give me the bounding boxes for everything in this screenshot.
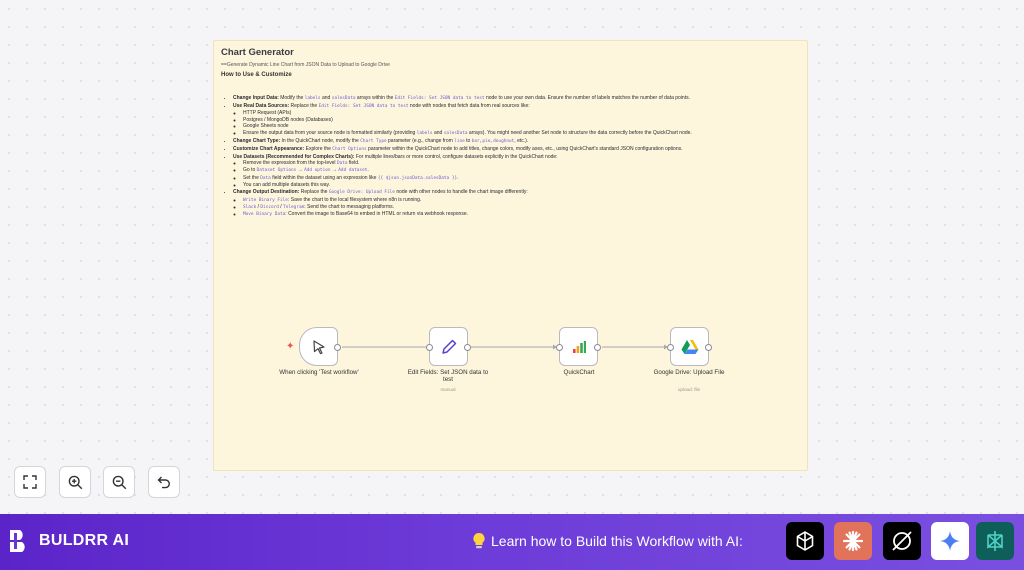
node-input-port[interactable] xyxy=(556,344,563,351)
node-quickchart[interactable] xyxy=(556,327,601,366)
zoom-out-icon xyxy=(112,475,126,489)
node-label-trigger: When clicking 'Test workflow' xyxy=(279,369,359,376)
buldrr-logo-icon xyxy=(10,530,25,552)
zoom-in-icon xyxy=(68,475,82,489)
claude-icon xyxy=(842,530,864,552)
node-label-edit: Edit Fields: Set JSON data to test xyxy=(407,369,489,384)
node-sub-edit: manual xyxy=(440,387,456,392)
add-trigger-icon[interactable]: ✦ xyxy=(286,341,294,352)
brand-name: BULDRR AI xyxy=(39,532,130,549)
footer-bar: BULDRR AI Learn how to Build this Workfl… xyxy=(0,514,1024,570)
grok-icon xyxy=(892,531,912,551)
claude-button[interactable] xyxy=(834,522,872,560)
node-google-drive[interactable] xyxy=(667,327,712,366)
node-manual-trigger[interactable] xyxy=(299,327,341,366)
fit-view-button[interactable] xyxy=(14,466,46,498)
cursor-icon xyxy=(312,339,325,354)
grok-button[interactable] xyxy=(883,522,921,560)
perplexity-button[interactable] xyxy=(976,522,1014,560)
node-output-port[interactable] xyxy=(594,344,601,351)
brand[interactable]: BULDRR AI xyxy=(8,528,129,554)
learn-cta: Learn how to Build this Workflow with AI… xyxy=(472,532,743,550)
node-edit-fields[interactable] xyxy=(426,327,471,366)
node-sub-drive: upload: file xyxy=(677,387,701,392)
node-label-quickchart: QuickChart xyxy=(563,369,595,376)
gemini-button[interactable] xyxy=(931,522,969,560)
node-label-drive: Google Drive: Upload File xyxy=(653,369,725,376)
node-input-port[interactable] xyxy=(426,344,433,351)
perplexity-icon xyxy=(987,531,1003,551)
node-output-port[interactable] xyxy=(464,344,471,351)
pencil-icon xyxy=(441,339,456,354)
learn-text: Learn how to Build this Workflow with AI… xyxy=(491,533,743,549)
gemini-icon xyxy=(940,531,960,551)
lightbulb-icon xyxy=(473,532,485,549)
workflow-canvas[interactable]: Chart Generator ==Generate Dynamic Line … xyxy=(0,0,1024,514)
node-output-port[interactable] xyxy=(705,344,712,351)
undo-button[interactable] xyxy=(148,466,180,498)
chatgpt-icon xyxy=(796,531,814,551)
node-input-port[interactable] xyxy=(667,344,674,351)
zoom-in-button[interactable] xyxy=(59,466,91,498)
fit-view-icon xyxy=(23,475,37,489)
bar-chart-icon xyxy=(572,340,586,353)
undo-icon xyxy=(157,476,170,489)
node-output-port[interactable] xyxy=(334,344,341,351)
google-drive-icon xyxy=(681,339,698,354)
chatgpt-button[interactable] xyxy=(786,522,824,560)
zoom-out-button[interactable] xyxy=(103,466,135,498)
connections xyxy=(342,344,668,350)
